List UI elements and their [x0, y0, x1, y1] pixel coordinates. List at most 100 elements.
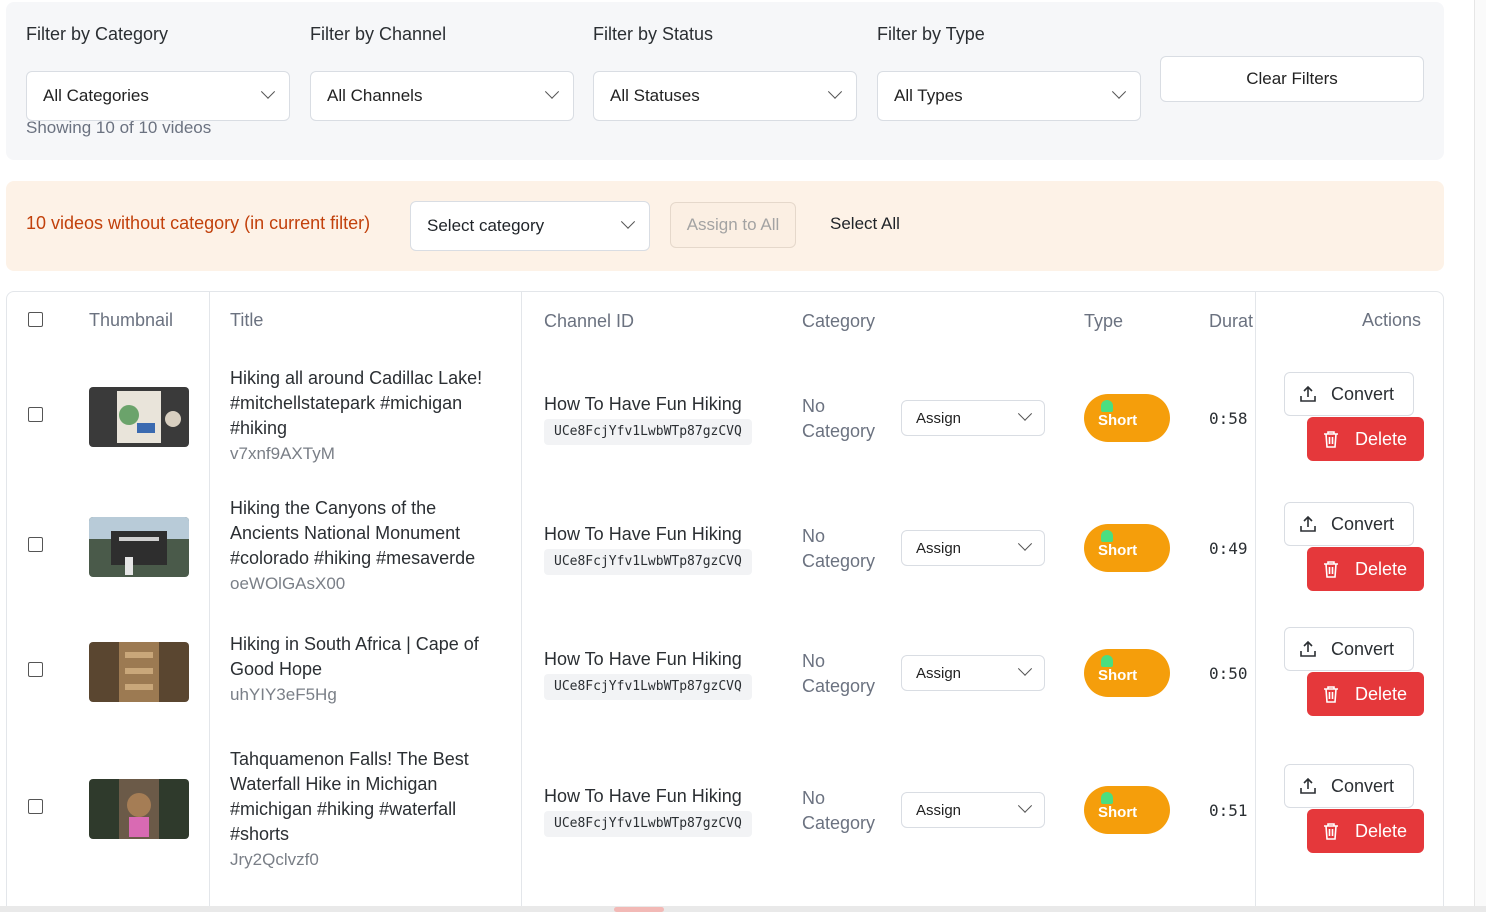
- trash-icon: [1324, 823, 1338, 840]
- type-badge: Short: [1084, 649, 1170, 697]
- delete-label: Delete: [1355, 428, 1408, 449]
- convert-label: Convert: [1331, 775, 1395, 796]
- clear-filters-button[interactable]: Clear Filters: [1160, 56, 1424, 102]
- row-checkbox[interactable]: [28, 799, 43, 814]
- filter-channel-value: All Channels: [327, 86, 423, 105]
- upload-icon: [1300, 640, 1316, 657]
- video-title: Tahquamenon Falls! The Best Waterfall Hi…: [230, 749, 469, 844]
- chevron-down-icon: [1017, 536, 1033, 551]
- assign-category-select[interactable]: Assign: [901, 792, 1045, 828]
- convert-button[interactable]: Convert: [1284, 502, 1414, 546]
- bulk-category-select[interactable]: Select category: [410, 201, 650, 251]
- convert-button[interactable]: Convert: [1284, 627, 1414, 671]
- convert-label: Convert: [1331, 513, 1395, 534]
- thumbnail-image: [89, 642, 189, 702]
- assign-category-select[interactable]: Assign: [901, 655, 1045, 691]
- channel-name: How To Have Fun Hiking: [544, 524, 742, 544]
- category-value: No Category: [802, 526, 876, 571]
- chevron-down-icon: [1017, 798, 1033, 813]
- channel-name: How To Have Fun Hiking: [544, 786, 742, 806]
- row-checkbox[interactable]: [28, 662, 43, 677]
- video-thumbnail[interactable]: [89, 517, 189, 577]
- filter-category-group: Filter by Category All Categories: [26, 22, 290, 121]
- chevron-down-icon: [544, 84, 560, 99]
- channel-name: How To Have Fun Hiking: [544, 394, 742, 414]
- trash-icon: [1324, 431, 1338, 448]
- horizontal-scrollbar[interactable]: [0, 906, 1486, 912]
- category-value: No Category: [802, 788, 876, 833]
- video-title: Hiking in South Africa | Cape of Good Ho…: [230, 634, 479, 679]
- channel-id-code: UCe8FcjYfv1LwbWTp87gzCVQ: [544, 674, 752, 700]
- select-all-button[interactable]: Select All: [830, 214, 900, 234]
- video-thumbnail[interactable]: [89, 387, 189, 447]
- tree-icon: [1101, 655, 1113, 667]
- videos-table: Thumbnail Title Channel ID Category Type…: [6, 291, 1444, 912]
- video-id: v7xnf9AXTyM: [230, 444, 335, 463]
- thumbnail-image: [89, 779, 189, 839]
- type-label: Short: [1098, 542, 1138, 559]
- chevron-down-icon: [827, 84, 843, 99]
- chevron-down-icon: [1017, 406, 1033, 421]
- delete-button[interactable]: Delete: [1307, 672, 1424, 716]
- vertical-scrollbar[interactable]: [1474, 0, 1486, 912]
- channel-id-code: UCe8FcjYfv1LwbWTp87gzCVQ: [544, 549, 752, 575]
- filter-type-select[interactable]: All Types: [877, 71, 1141, 121]
- filter-category-value: All Categories: [43, 86, 149, 105]
- delete-button[interactable]: Delete: [1307, 417, 1424, 461]
- video-thumbnail[interactable]: [89, 642, 189, 702]
- showing-count: Showing 10 of 10 videos: [26, 118, 212, 137]
- convert-button[interactable]: Convert: [1284, 764, 1414, 808]
- header-type: Type: [1084, 311, 1124, 331]
- filter-type-group: Filter by Type All Types: [877, 22, 1141, 121]
- assign-label: Assign: [916, 539, 962, 557]
- upload-icon: [1300, 385, 1316, 402]
- assign-to-all-button[interactable]: Assign to All: [670, 202, 796, 248]
- filter-channel-select[interactable]: All Channels: [310, 71, 574, 121]
- filter-panel: Filter by Category All Categories Filter…: [6, 2, 1444, 160]
- bulk-category-bar: 10 videos without category (in current f…: [6, 181, 1444, 271]
- chevron-down-icon: [260, 84, 276, 99]
- channel-name: How To Have Fun Hiking: [544, 649, 742, 669]
- header-category: Category: [802, 311, 876, 331]
- delete-label: Delete: [1355, 558, 1408, 579]
- header-thumbnail: Thumbnail: [89, 310, 174, 330]
- convert-label: Convert: [1331, 638, 1395, 659]
- type-label: Short: [1098, 412, 1138, 429]
- filter-status-select[interactable]: All Statuses: [593, 71, 857, 121]
- video-title: Hiking the Canyons of the Ancients Natio…: [230, 498, 476, 568]
- convert-label: Convert: [1331, 383, 1395, 404]
- filter-status-value: All Statuses: [610, 86, 700, 105]
- chevron-down-icon: [1111, 84, 1127, 99]
- tree-icon: [1101, 530, 1113, 542]
- row-checkbox[interactable]: [28, 407, 43, 422]
- table-row: Hiking all around Cadillac Lake! #mitche…: [7, 366, 1443, 476]
- chevron-down-icon: [620, 214, 636, 229]
- assign-label: Assign: [916, 409, 962, 427]
- filter-category-select[interactable]: All Categories: [26, 71, 290, 121]
- tree-icon: [1101, 400, 1113, 412]
- row-checkbox[interactable]: [28, 537, 43, 552]
- assign-category-select[interactable]: Assign: [901, 530, 1045, 566]
- duration-value: 0:51: [1209, 801, 1248, 820]
- filter-channel-group: Filter by Channel All Channels: [310, 22, 574, 121]
- filter-type-value: All Types: [894, 86, 963, 105]
- thumbnail-image: [89, 517, 189, 577]
- delete-button[interactable]: Delete: [1307, 547, 1424, 591]
- upload-icon: [1300, 777, 1316, 794]
- delete-label: Delete: [1355, 820, 1408, 841]
- type-badge: Short: [1084, 524, 1170, 572]
- video-thumbnail[interactable]: [89, 779, 189, 839]
- convert-button[interactable]: Convert: [1284, 372, 1414, 416]
- channel-id-code: UCe8FcjYfv1LwbWTp87gzCVQ: [544, 811, 752, 837]
- delete-button[interactable]: Delete: [1307, 809, 1424, 853]
- scrollbar-thumb[interactable]: [614, 907, 664, 912]
- trash-icon: [1324, 561, 1338, 578]
- video-title: Hiking all around Cadillac Lake! #mitche…: [230, 368, 483, 438]
- assign-label: Assign: [916, 801, 962, 819]
- filter-status-group: Filter by Status All Statuses: [593, 22, 857, 121]
- assign-label: Assign: [916, 664, 962, 682]
- video-id: Jry2Qclvzf0: [230, 850, 319, 869]
- assign-category-select[interactable]: Assign: [901, 400, 1045, 436]
- table-row: Hiking in South Africa | Cape of Good Ho…: [7, 621, 1443, 731]
- select-all-checkbox[interactable]: [28, 312, 43, 327]
